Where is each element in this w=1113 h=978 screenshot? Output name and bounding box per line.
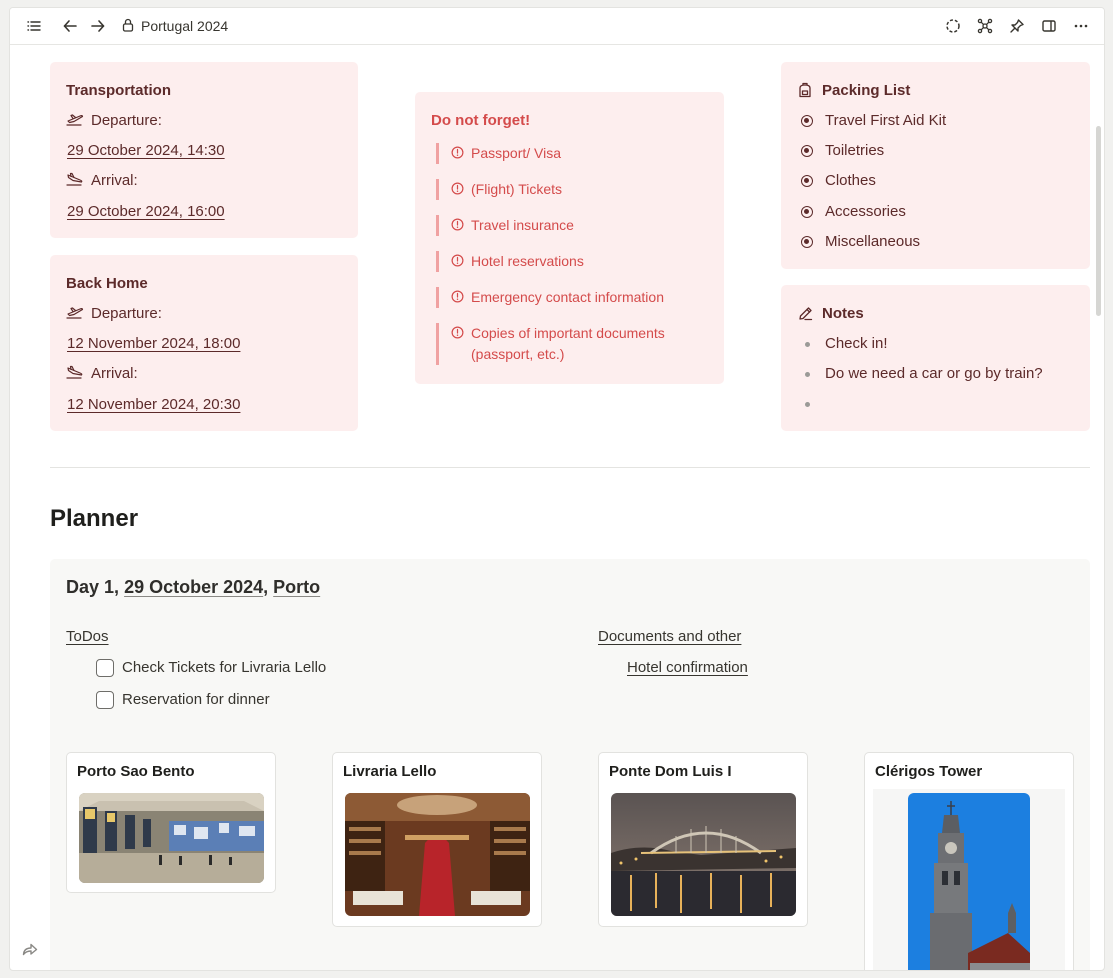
departure-date-link[interactable]: 12 November 2024, 18:00 — [67, 335, 240, 352]
sync-icon[interactable] — [943, 16, 963, 36]
radio-bullet — [801, 236, 813, 248]
alert-circle-icon — [451, 290, 464, 303]
day-date-link[interactable]: 29 October 2024 — [124, 577, 263, 597]
list-item[interactable]: Do we need a car or go by train? — [825, 365, 1043, 382]
packing-list-card: Packing List Travel First Aid Kit Toilet… — [781, 62, 1090, 269]
radio-bullet — [801, 115, 813, 127]
card-title: Do not forget! — [431, 112, 531, 129]
lock-icon — [122, 18, 134, 37]
bullet — [805, 372, 810, 377]
forward-arrow-icon[interactable] — [88, 16, 108, 36]
place-card-ponte-dom-luis[interactable]: Ponte Dom Luis I — [598, 752, 808, 927]
more-icon[interactable] — [1071, 16, 1091, 36]
place-card-porto-sao-bento[interactable]: Porto Sao Bento — [66, 752, 276, 893]
card-title: Notes — [822, 305, 864, 322]
hotel-confirmation-link[interactable]: Hotel confirmation — [627, 659, 748, 676]
alert-circle-icon — [451, 182, 464, 195]
back-arrow-icon[interactable] — [60, 16, 80, 36]
todo-checkbox[interactable] — [96, 659, 114, 677]
page-title: Portugal 2024 — [141, 18, 229, 34]
place-title: Clérigos Tower — [875, 763, 983, 780]
bridge-photo — [611, 793, 796, 916]
do-not-forget-card: Do not forget! Passport/ Visa (Flight) T… — [415, 92, 724, 384]
station-photo — [79, 793, 264, 883]
place-card-livraria-lello[interactable]: Livraria Lello — [332, 752, 542, 927]
list-item: Toiletries — [825, 142, 885, 159]
radio-bullet — [801, 206, 813, 218]
alert-circle-icon — [451, 326, 464, 339]
alert-circle-icon — [451, 218, 464, 231]
pencil-icon — [798, 306, 813, 326]
top-bar: Portugal 2024 — [10, 8, 1104, 45]
todo-label: Reservation for dinner — [122, 691, 270, 708]
scrollbar[interactable] — [1096, 126, 1101, 316]
arrival-date-link[interactable]: 29 October 2024, 16:00 — [67, 203, 225, 220]
departure-date-link[interactable]: 29 October 2024, 14:30 — [67, 142, 225, 159]
arrival-date-link[interactable]: 12 November 2024, 20:30 — [67, 396, 240, 413]
todo-checkbox[interactable] — [96, 691, 114, 709]
list-item[interactable]: Check in! — [825, 335, 888, 352]
notes-card: Notes Check in! Do we need a car or go b… — [781, 285, 1090, 431]
planner-day-block: Day 1, 29 October 2024, Porto ToDos Chec… — [50, 559, 1090, 970]
departure-label: Departure: — [91, 112, 162, 129]
documents-link[interactable]: Documents and other — [598, 628, 741, 645]
bookstore-photo — [345, 793, 530, 916]
divider — [50, 467, 1090, 468]
tower-photo — [908, 793, 1030, 970]
place-title: Porto Sao Bento — [77, 763, 195, 780]
card-title: Packing List — [822, 82, 911, 99]
list-item: Clothes — [825, 172, 876, 189]
todo-label: Check Tickets for Livraria Lello — [122, 659, 327, 676]
app-window: Portugal 2024 Transportation Departure: … — [9, 7, 1105, 971]
arrival-label: Arrival: — [91, 365, 138, 382]
radio-bullet — [801, 145, 813, 157]
card-title: Back Home — [66, 275, 148, 292]
list-item: Travel First Aid Kit — [825, 112, 947, 129]
place-card-clerigos-tower[interactable]: Clérigos Tower — [864, 752, 1074, 970]
departure-label: Departure: — [91, 305, 162, 322]
plane-arrival-icon — [66, 365, 84, 384]
share-icon[interactable] — [22, 942, 38, 961]
sidebar-icon[interactable] — [1039, 16, 1059, 36]
list-item: Miscellaneous — [825, 233, 921, 250]
back-home-card: Back Home Departure: 12 November 2024, 1… — [50, 255, 358, 431]
day-city-link[interactable]: Porto — [273, 577, 320, 597]
alert-circle-icon — [451, 254, 464, 267]
transportation-card: Transportation Departure: 29 October 202… — [50, 62, 358, 238]
alert-circle-icon — [451, 146, 464, 159]
bullet — [805, 342, 810, 347]
pin-icon[interactable] — [1007, 16, 1027, 36]
list-item: Travel insurance — [436, 215, 706, 236]
plane-arrival-icon — [66, 172, 84, 191]
graph-icon[interactable] — [975, 16, 995, 36]
bullet — [805, 402, 810, 407]
list-item: Emergency contact information — [436, 287, 706, 308]
plane-departure-icon — [66, 305, 84, 324]
day-title: Day 1, 29 October 2024, Porto — [66, 577, 321, 597]
planner-heading: Planner — [50, 505, 139, 532]
list-item: (Flight) Tickets — [436, 179, 706, 200]
tower-photo-frame — [873, 789, 1065, 970]
list-icon[interactable] — [24, 16, 44, 36]
list-item: Passport/ Visa — [436, 143, 706, 164]
plane-departure-icon — [66, 112, 84, 131]
card-title: Transportation — [66, 82, 172, 99]
todos-link[interactable]: ToDos — [66, 628, 109, 645]
arrival-label: Arrival: — [91, 172, 138, 189]
list-item: Accessories — [825, 203, 906, 220]
list-item: Copies of important documents (passport,… — [436, 323, 706, 365]
backpack-icon — [798, 82, 812, 103]
list-item: Hotel reservations — [436, 251, 706, 272]
place-title: Livraria Lello — [343, 763, 437, 780]
place-title: Ponte Dom Luis I — [609, 763, 732, 780]
radio-bullet — [801, 175, 813, 187]
